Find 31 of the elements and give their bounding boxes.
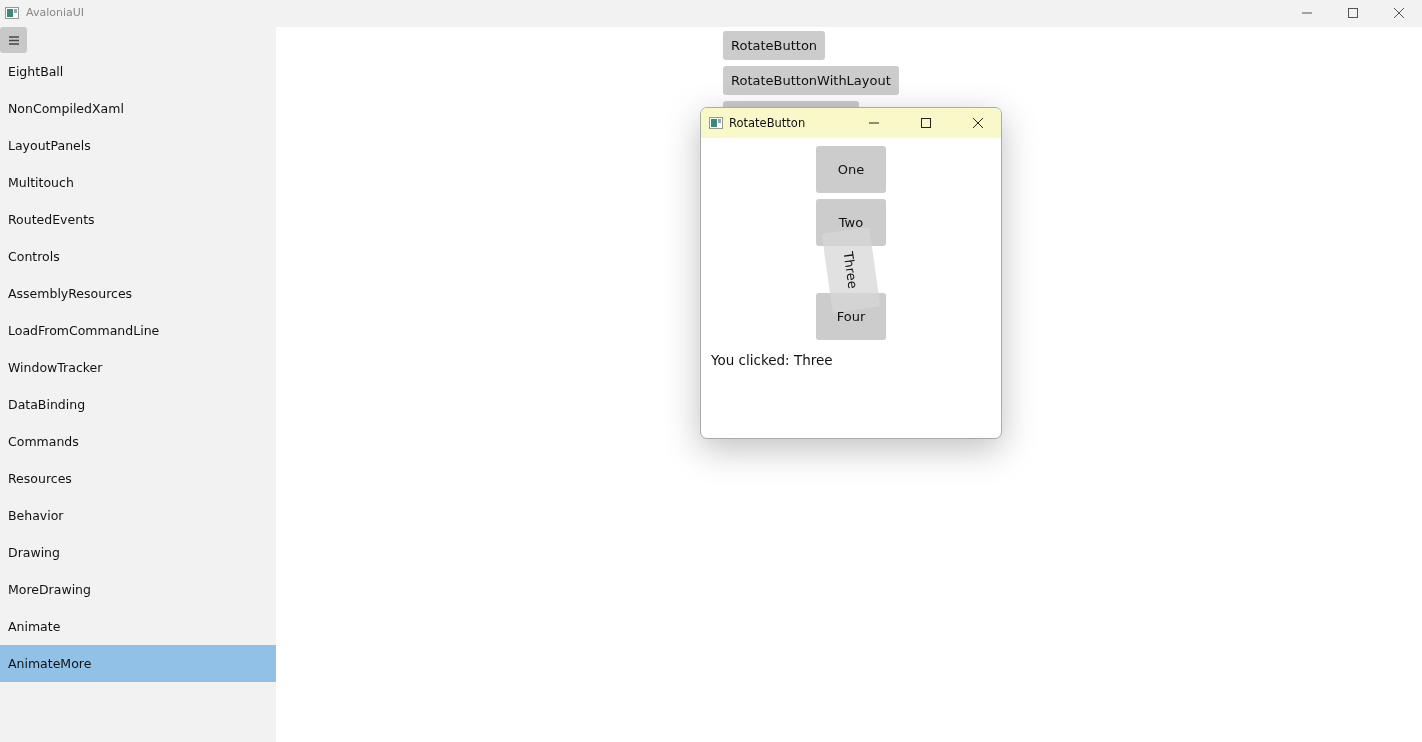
sidebar-item[interactable]: Drawing (0, 534, 276, 571)
rotate-demo-button[interactable]: RotateButton (723, 31, 826, 60)
sidebar-item[interactable]: LayoutPanels (0, 127, 276, 164)
app-icon (5, 6, 19, 19)
sidebar-item[interactable]: MoreDrawing (0, 571, 276, 608)
maximize-icon (1347, 6, 1359, 19)
sidebar-item[interactable]: Multitouch (0, 164, 276, 201)
sidebar-item[interactable]: EightBall (0, 53, 276, 90)
window-title: AvaloniaUI (26, 6, 84, 19)
sidebar-item[interactable]: AssemblyResources (0, 275, 276, 312)
dialog-title: RotateButton (729, 116, 806, 130)
maximize-icon (920, 117, 932, 129)
sidebar-item[interactable]: AnimateMore (0, 645, 276, 682)
sidebar-item[interactable]: RoutedEvents (0, 201, 276, 238)
status-text: You clicked: Three (711, 352, 834, 368)
sidebar-item[interactable]: Resources (0, 460, 276, 497)
sidebar-item[interactable]: Behavior (0, 497, 276, 534)
sidebar-item[interactable]: Commands (0, 423, 276, 460)
sidebar-item[interactable]: DataBinding (0, 386, 276, 423)
sidebar-item[interactable]: LoadFromCommandLine (0, 312, 276, 349)
sidebar-item[interactable]: Controls (0, 238, 276, 275)
close-icon (1393, 6, 1405, 19)
sidebar-item[interactable]: Animate (0, 608, 276, 645)
close-icon (972, 117, 984, 129)
app-icon (709, 117, 723, 129)
sidebar-item[interactable]: NonCompiledXaml (0, 90, 276, 127)
menu-button[interactable] (0, 27, 27, 53)
rotate-demo-button[interactable]: RotateButtonWithLayout (723, 66, 899, 95)
sidebar-item[interactable]: WindowTracker (0, 349, 276, 386)
menu-icon (8, 35, 19, 45)
stack-button[interactable]: One (816, 146, 886, 193)
